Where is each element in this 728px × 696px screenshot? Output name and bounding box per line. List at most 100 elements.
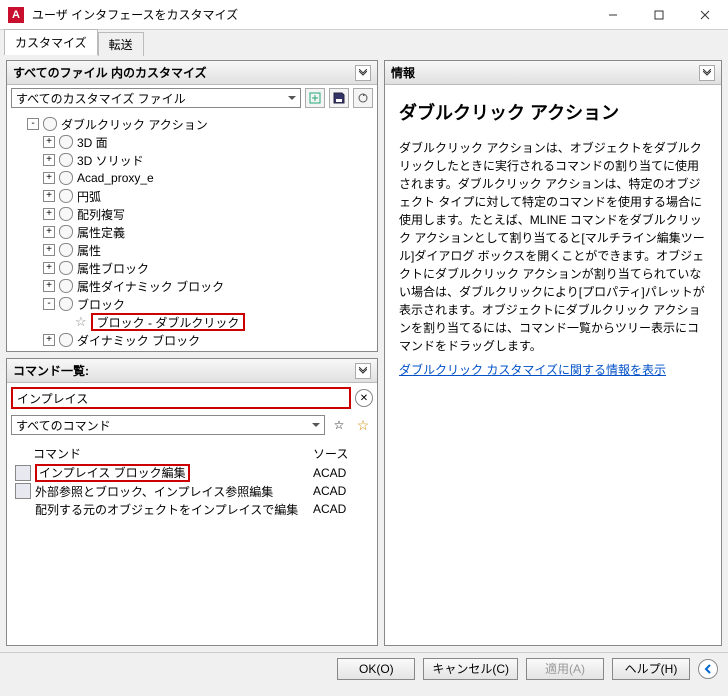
cancel-button[interactable]: キャンセル(C) [423,658,518,680]
apply-button[interactable]: 適用(A) [526,658,604,680]
file-filter-dropdown[interactable]: すべてのカスタマイズ ファイル [11,88,301,108]
command-row[interactable]: 配列する元のオブジェクトをインプレイスで編集 ACAD [11,500,373,518]
tree-node[interactable]: + 属性ブロック [11,259,373,277]
tree-node[interactable]: +円弧 [11,187,373,205]
tab-bar: カスタマイズ 転送 [0,30,728,54]
sync-icon[interactable] [353,88,373,108]
window-title: ユーザ インタフェースをカスタマイズ [32,6,590,23]
command-name: 外部参照とブロック、インプレイス参照編集 [35,485,273,499]
new-command-icon[interactable]: ☆ [353,415,373,435]
star-icon: ☆ [75,314,87,330]
expand-icon[interactable]: + [43,208,55,220]
expand-icon[interactable]: + [43,172,55,184]
collapse-icon[interactable] [699,65,715,81]
ok-button[interactable]: OK(O) [337,658,415,680]
new-file-icon[interactable] [305,88,325,108]
tree-node[interactable]: + Acad_proxy_e [11,169,373,187]
panel-title: すべてのファイル 内のカスタマイズ [13,64,207,81]
command-source: ACAD [313,484,369,498]
save-icon[interactable] [329,88,349,108]
column-source: ソース [313,445,369,462]
panel-title: 情報 [391,64,415,81]
tree-label: ブロック - ダブルクリック [91,313,246,331]
command-source: ACAD [313,466,369,480]
mouse-icon [59,261,73,275]
tree-label: 属性ブロック [77,260,149,277]
tree-label: 3D 面 [77,134,108,151]
tree-node[interactable]: ☆ブロック - ダブルクリック [11,313,373,331]
tree-node[interactable]: +ボディ [11,349,373,351]
tree-label: 3D ソリッド [77,152,144,169]
command-row[interactable]: 外部参照とブロック、インプレイス参照編集 ACAD [11,482,373,500]
mouse-icon [59,243,73,257]
expand-icon[interactable]: + [43,334,55,346]
tree-label: 属性定義 [77,224,125,241]
tree-node[interactable]: - ブロック [11,295,373,313]
tree-node[interactable]: + ダイナミック ブロック [11,331,373,349]
mouse-icon [59,333,73,347]
command-name: インプレイス ブロック編集 [35,464,190,482]
tree-label: Acad_proxy_e [77,171,154,185]
tree-node[interactable]: + 属性 [11,241,373,259]
mouse-icon [59,297,73,311]
mouse-icon [59,279,73,293]
clear-search-icon[interactable]: ✕ [355,389,373,407]
command-search-input[interactable]: インプレイス [11,387,351,409]
mouse-icon [43,117,57,131]
titlebar: A ユーザ インタフェースをカスタマイズ [0,0,728,30]
expand-icon[interactable]: + [43,190,55,202]
mouse-icon [59,135,73,149]
tab-customize[interactable]: カスタマイズ [4,29,98,55]
close-button[interactable] [682,0,728,30]
info-link[interactable]: ダブルクリック カスタマイズに関する情報を表示 [399,361,666,378]
minimize-button[interactable] [590,0,636,30]
mouse-icon [59,153,73,167]
expand-icon[interactable]: + [43,226,55,238]
expand-icon[interactable]: + [43,280,55,292]
tree-node[interactable]: -ダブルクリック アクション [11,115,373,133]
panel-title: コマンド一覧: [13,362,89,379]
tree-node[interactable]: +3D 面 [11,133,373,151]
command-row[interactable]: インプレイス ブロック編集 ACAD [11,464,373,482]
collapse-icon[interactable] [355,363,371,379]
column-command: コマンド [15,445,313,462]
info-title: ダブルクリック アクション [399,99,707,125]
tree-node[interactable]: + 配列複写 [11,205,373,223]
tree-label: 属性 [77,242,101,259]
app-logo: A [8,7,24,23]
help-button[interactable]: ヘルプ(H) [612,658,690,680]
expand-icon[interactable]: + [43,244,55,256]
command-list-header: コマンド ソース [11,443,373,464]
expand-icon[interactable]: + [43,154,55,166]
tree-label: ダイナミック ブロック [77,332,200,349]
back-icon[interactable] [698,659,718,679]
collapse-icon[interactable]: - [43,298,55,310]
command-list-panel: コマンド一覧: インプレイス ✕ すべてのコマンド ☆ ☆ コマンド ソース イ… [6,358,378,646]
tab-transfer[interactable]: 転送 [98,32,144,56]
maximize-button[interactable] [636,0,682,30]
mouse-icon [59,225,73,239]
command-source: ACAD [313,502,369,516]
tree-node[interactable]: + 属性定義 [11,223,373,241]
command-icon [15,483,31,499]
command-icon [15,465,31,481]
tree-label: 属性ダイナミック ブロック [77,278,224,295]
info-panel: 情報 ダブルクリック アクション ダブルクリック アクションは、オブジェクトをダ… [384,60,722,646]
category-dropdown[interactable]: すべてのコマンド [11,415,325,435]
tree-label: 配列複写 [77,206,125,223]
mouse-icon [59,189,73,203]
customize-tree-panel: すべてのファイル 内のカスタマイズ すべてのカスタマイズ ファイル -ダブルクリ… [6,60,378,352]
expand-icon[interactable]: + [43,136,55,148]
command-name: 配列する元のオブジェクトをインプレイスで編集 [35,503,298,517]
favorite-star-icon[interactable]: ☆ [329,415,349,435]
info-body-text: ダブルクリック アクションは、オブジェクトをダブルクリックしたときに実行されるコ… [399,139,707,355]
customize-tree[interactable]: -ダブルクリック アクション+3D 面+3D ソリッド+Acad_proxy_e… [7,111,377,351]
collapse-icon[interactable] [355,65,371,81]
collapse-icon[interactable]: - [27,118,39,130]
dialog-footer: OK(O) キャンセル(C) 適用(A) ヘルプ(H) [0,652,728,684]
tree-node[interactable]: + 属性ダイナミック ブロック [11,277,373,295]
tree-label: ブロック [77,296,125,313]
mouse-icon [59,171,73,185]
expand-icon[interactable]: + [43,262,55,274]
tree-node[interactable]: +3D ソリッド [11,151,373,169]
